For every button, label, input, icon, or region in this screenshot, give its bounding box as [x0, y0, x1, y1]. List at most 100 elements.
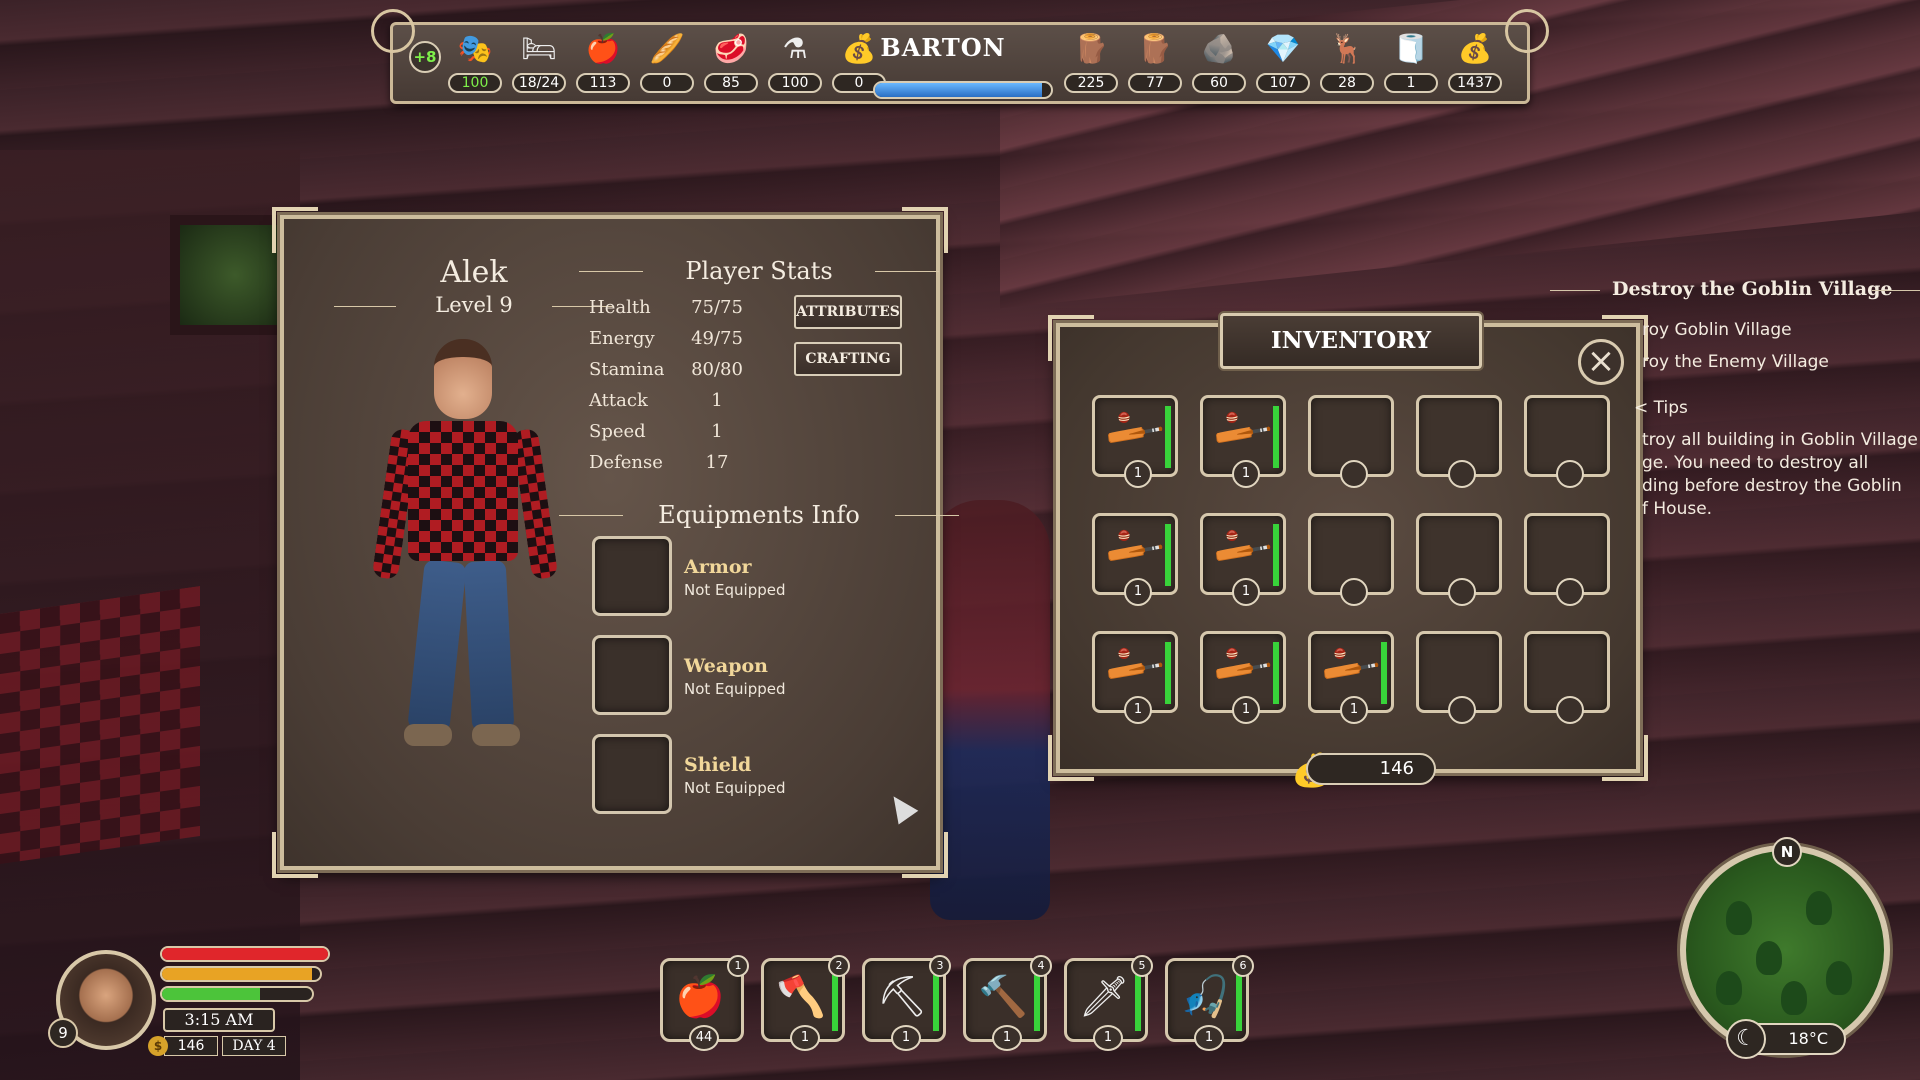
inventory-slot[interactable]: 🏏 1: [1092, 631, 1178, 724]
equip-shield: Shield Not Equipped: [592, 734, 892, 816]
stat-label: Stamina: [589, 359, 665, 380]
attributes-button[interactable]: ATTRIBUTES: [794, 295, 902, 329]
quest-tip-text: f House.: [1642, 499, 1713, 519]
inventory-slot[interactable]: [1524, 631, 1610, 724]
inventory-slot[interactable]: 🏏 1: [1200, 395, 1286, 488]
resource-value: 1437: [1448, 73, 1502, 93]
slot-count: 1: [1124, 578, 1152, 606]
log-icon: 🪵: [1073, 32, 1109, 65]
crafting-button[interactable]: CRAFTING: [794, 342, 902, 376]
coins-day-bar: 146 $ DAY 4: [148, 1036, 303, 1058]
resource-value: 28: [1320, 73, 1374, 93]
resource-iron[interactable]: 💎 107: [1255, 31, 1311, 103]
hotbar-slot-4[interactable]: 🔨 4 1: [963, 955, 1052, 1051]
resource-stone[interactable]: 🪨 60: [1191, 31, 1247, 103]
resource-meat[interactable]: 🥩 85: [703, 31, 759, 103]
potion-icon: ⚗: [782, 32, 808, 65]
resource-value: 85: [704, 73, 758, 93]
inventory-slot[interactable]: [1416, 631, 1502, 724]
resource-gold[interactable]: 💰 1437: [1447, 31, 1503, 103]
resource-value: 100: [768, 73, 822, 93]
inventory-slot[interactable]: 🏏 1: [1092, 513, 1178, 606]
coin-icon: $: [148, 1036, 168, 1056]
inventory-slot[interactable]: [1524, 513, 1610, 606]
resource-bread[interactable]: 🥖 0: [639, 31, 695, 103]
hotbar-key: 6: [1232, 955, 1254, 977]
inventory-slot[interactable]: 🏏 1: [1200, 513, 1286, 606]
resource-beds[interactable]: 🛏 18/24: [511, 31, 567, 103]
stat-energy: Energy 49/75: [589, 328, 749, 358]
theater-mask-icon: 🎭: [457, 32, 493, 65]
resource-hide[interactable]: 🦌 28: [1319, 31, 1375, 103]
inventory-slot[interactable]: [1308, 395, 1394, 488]
inventory-slot[interactable]: [1416, 395, 1502, 488]
plank-icon: 🪵: [1137, 32, 1173, 65]
hotbar-slot-5[interactable]: 🗡 5 1: [1064, 955, 1153, 1051]
resource-food[interactable]: 🍎 113: [575, 31, 631, 103]
inventory-slot[interactable]: 🏏 1: [1308, 631, 1394, 724]
hotbar-count: 44: [689, 1025, 719, 1051]
hotbar-slot-3[interactable]: ⛏ 3 1: [862, 955, 951, 1051]
inventory-slot[interactable]: 🏏 1: [1200, 631, 1286, 724]
equip-status: Not Equipped: [684, 779, 786, 797]
resource-value: 0: [640, 73, 694, 93]
resource-cloth[interactable]: 🧻 1: [1383, 31, 1439, 103]
character-model[interactable]: [364, 339, 564, 759]
inventory-slot[interactable]: [1416, 513, 1502, 606]
inventory-panel: INVENTORY × 🏏1🏏1🏏1🏏1🏏1🏏1🏏1 💰 146: [1048, 313, 1648, 789]
resource-value: 225: [1064, 73, 1118, 93]
slot-count: 1: [1232, 696, 1260, 724]
armor-slot[interactable]: [592, 536, 672, 616]
stat-label: Attack: [589, 390, 648, 411]
equip-status: Not Equipped: [684, 581, 786, 599]
inventory-slot[interactable]: [1524, 395, 1610, 488]
ornament-left: [371, 9, 415, 53]
stat-value: 17: [705, 452, 729, 473]
inventory-title: INVENTORY: [1220, 313, 1482, 369]
durability-bar: [1135, 975, 1141, 1031]
close-icon: ×: [1586, 341, 1616, 381]
slot-count: [1556, 578, 1584, 606]
slot-count: 1: [1232, 460, 1260, 488]
durability-bar: [1236, 975, 1242, 1031]
apple-icon: 🍎: [585, 32, 621, 65]
resource-potion[interactable]: ⚗ 100: [767, 31, 823, 103]
equip-status: Not Equipped: [684, 680, 786, 698]
resource-happiness[interactable]: 🎭 100: [447, 31, 503, 103]
resource-value: 18/24: [512, 73, 566, 93]
inventory-slot[interactable]: 🏏 1: [1092, 395, 1178, 488]
character-boot: [472, 724, 520, 746]
day-counter: DAY 4: [222, 1036, 286, 1056]
slot-count: 1: [1124, 696, 1152, 724]
equip-name: Weapon: [684, 655, 768, 677]
map-tree: [1756, 941, 1782, 975]
stat-label: Energy: [589, 328, 655, 349]
resource-planks[interactable]: 🪵 77: [1127, 31, 1183, 103]
hotbar-slot-1[interactable]: 🍎 1 44: [660, 955, 749, 1051]
inventory-slot[interactable]: [1308, 513, 1394, 606]
shield-slot[interactable]: [592, 734, 672, 814]
durability-bar: [1273, 406, 1279, 468]
durability-bar: [1034, 975, 1040, 1031]
close-button[interactable]: ×: [1578, 339, 1624, 385]
player-level: Level 9: [334, 293, 614, 317]
stat-defense: Defense 17: [589, 452, 749, 482]
spear-icon: 🗡: [1078, 974, 1130, 1020]
minimap[interactable]: N 18°C ☾: [1680, 837, 1890, 1059]
hotbar-slot-6[interactable]: 🎣 6 1: [1165, 955, 1254, 1051]
quest-tip-text: ge. You need to destroy all: [1642, 453, 1869, 473]
town-name: BARTON: [880, 33, 1006, 62]
stat-value: 75/75: [691, 297, 743, 318]
hotbar-count: 1: [891, 1025, 921, 1051]
quest-title[interactable]: Destroy the Goblin Village: [1612, 278, 1892, 300]
coin-count: 146: [164, 1036, 218, 1056]
resource-logs[interactable]: 🪵 225: [1063, 31, 1119, 103]
character-leg: [407, 559, 467, 733]
inventory-gold: 146: [1306, 753, 1436, 785]
hotbar-slot-2[interactable]: 🪓 2 1: [761, 955, 850, 1051]
background-bed: [0, 585, 200, 865]
hotbar-key: 4: [1030, 955, 1052, 977]
stat-label: Defense: [589, 452, 663, 473]
clock-time: 3:15 AM: [163, 1008, 275, 1032]
weapon-slot[interactable]: [592, 635, 672, 715]
